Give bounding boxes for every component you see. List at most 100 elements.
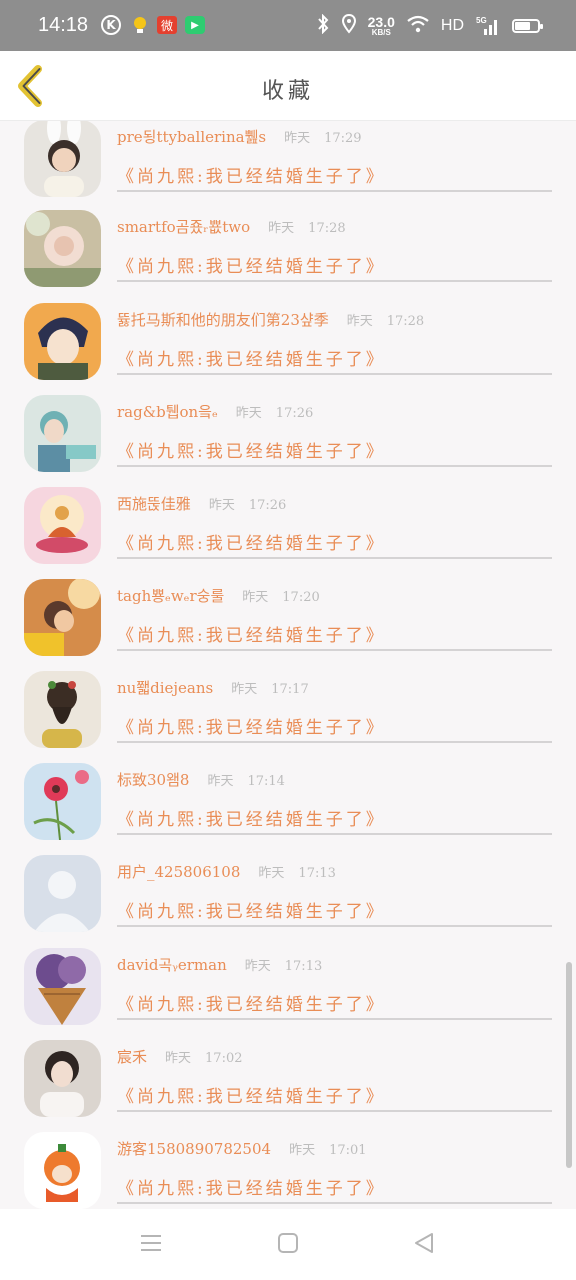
avatar[interactable] [24,395,101,472]
username[interactable]: smartfo곰죴ᵣ뿂two [117,216,250,237]
nav-back-button[interactable] [412,1231,440,1259]
avatar[interactable] [24,1132,101,1209]
avatar-placeholder[interactable] [24,855,101,932]
divider [117,1202,552,1204]
item-title[interactable]: 《尚九熙:我已经结婚生子了》 [117,252,386,277]
item-title[interactable]: 《尚九熙:我已经结婚生子了》 [117,345,386,370]
divider [117,465,552,467]
timestamp: 昨天 17:17 [231,681,309,697]
username[interactable]: 뜛托马斯和他的朋友们第23샾季 [117,309,329,330]
divider [117,1018,552,1020]
item-title[interactable]: 《尚九熙:我已经结婚生子了》 [117,529,386,554]
timestamp: 昨天 17:26 [208,497,287,513]
list-item[interactable]: pre됭ttyballerina쀒s 昨天 17:29 《尚九熙:我已经结婚生子了… [0,121,576,212]
divider [117,925,552,927]
avatar[interactable] [24,948,101,1025]
timestamp: 昨天 17:13 [258,865,336,881]
avatar[interactable] [24,763,101,840]
list-item[interactable]: 用户_425806108 昨天 17:13 《尚九熙:我已经结婚生子了》 [0,855,576,947]
k-app-icon: K [101,15,121,35]
list-item[interactable]: 游客1580890782504 昨天 17:01 《尚九熙:我已经结婚生子了》 [0,1132,576,1209]
battery-icon [512,19,543,33]
timestamp: 昨天 17:28 [346,313,425,329]
divider [117,833,552,835]
avatar[interactable] [24,487,101,564]
avatar[interactable] [24,671,101,748]
item-title[interactable]: 《尚九熙:我已经结婚生子了》 [117,162,386,187]
avatar[interactable] [24,121,101,197]
username[interactable]: 用户_425806108 [117,861,240,882]
list-item[interactable]: david곡ᵧerman 昨天 17:13 《尚九熙:我已经结婚生子了》 [0,948,576,1040]
item-header: 标致30왬8 昨天 17:14 [117,767,285,791]
scrollbar[interactable] [566,962,572,1168]
list-item[interactable]: 宸禾 昨天 17:02 《尚九熙:我已经结婚生子了》 [0,1040,576,1132]
username[interactable]: pre됭ttyballerina쀒s [117,126,266,147]
signal-icon: 5G [476,16,500,36]
bluetooth-icon [316,13,330,39]
item-header: 游客1580890782504 昨天 17:01 [117,1136,367,1160]
divider [117,741,552,743]
status-right: 23.0 KB/S HD 5G [316,12,543,40]
timestamp: 昨天 17:28 [268,220,346,236]
list-item[interactable]: nu쫿diejeans 昨天 17:17 《尚九熙:我已经结婚生子了》 [0,671,576,763]
app-header: 收藏 [0,51,576,121]
item-title[interactable]: 《尚九熙:我已经结婚生子了》 [117,713,386,738]
home-icon [278,1233,298,1253]
list-item[interactable]: 西施뚡佳雅 昨天 17:26 《尚九熙:我已经结婚生子了》 [0,487,576,579]
list-item[interactable]: tagh뿅ₑwₑr숭룰 昨天 17:20 《尚九熙:我已经结婚生子了》 [0,579,576,671]
menu-icon [141,1235,161,1251]
username[interactable]: 标致30왬8 [117,769,189,790]
username[interactable]: 游客1580890782504 [117,1138,271,1159]
divider [117,649,552,651]
username[interactable]: nu쫿diejeans [117,677,213,698]
status-bar: 14:18 K 微 ▶ 23.0 KB/S HD 5G [0,0,576,51]
page-title: 收藏 [261,79,314,104]
username[interactable]: 西施뚡佳雅 [117,493,191,514]
divider [117,557,552,559]
timestamp: 昨天 17:01 [289,1142,367,1158]
list-item[interactable]: 标致30왬8 昨天 17:14 《尚九熙:我已经结婚生子了》 [0,763,576,855]
video-app-icon: ▶ [185,16,205,34]
item-header: pre됭ttyballerina쀒s 昨天 17:29 [117,124,362,148]
divider [117,1110,552,1112]
list-item[interactable]: smartfo곰죴ᵣ뿂two 昨天 17:28 《尚九熙:我已经结婚生子了》 [0,210,576,302]
avatar[interactable] [24,303,101,380]
home-button[interactable] [276,1231,304,1259]
menu-button[interactable] [139,1231,167,1259]
item-title[interactable]: 《尚九熙:我已经结婚生子了》 [117,897,386,922]
timestamp: 昨天 17:29 [284,130,362,146]
list-item[interactable]: 뜛托马斯和他的朋友们第23샾季 昨天 17:28 《尚九熙:我已经结婚生子了》 [0,303,576,395]
item-title[interactable]: 《尚九熙:我已经结婚生子了》 [117,990,386,1015]
item-header: tagh뿅ₑwₑr숭룰 昨天 17:20 [117,583,320,607]
timestamp: 昨天 17:13 [244,958,323,974]
item-title[interactable]: 《尚九熙:我已经结婚生子了》 [117,1174,386,1199]
item-header: 뜛托马斯和他的朋友们第23샾季 昨天 17:28 [117,307,424,331]
avatar[interactable] [24,210,101,287]
divider [117,190,552,192]
item-header: rag&b퉵on읔ₑ 昨天 17:26 [117,399,313,423]
timestamp: 昨天 17:02 [165,1050,243,1066]
item-title[interactable]: 《尚九熙:我已经结婚生子了》 [117,621,386,646]
item-header: david곡ᵧerman 昨天 17:13 [117,952,322,976]
username[interactable]: 宸禾 [117,1046,147,1067]
system-nav-bar [0,1209,576,1280]
avatar[interactable] [24,579,101,656]
item-title[interactable]: 《尚九熙:我已经结婚生子了》 [117,805,386,830]
back-triangle-icon [415,1233,433,1253]
wifi-icon [407,15,429,38]
item-title[interactable]: 《尚九熙:我已经结婚生子了》 [117,1082,386,1107]
item-header: 西施뚡佳雅 昨天 17:26 [117,491,286,515]
avatar[interactable] [24,1040,101,1117]
divider [117,280,552,282]
username[interactable]: rag&b퉵on읔ₑ [117,401,218,422]
favorites-list[interactable]: pre됭ttyballerina쀒s 昨天 17:29 《尚九熙:我已经结婚生子了… [0,121,576,1209]
item-header: smartfo곰죴ᵣ뿂two 昨天 17:28 [117,214,346,238]
username[interactable]: tagh뿅ₑwₑr숭룰 [117,585,224,606]
status-time: 14:18 [38,14,89,36]
timestamp: 昨天 17:20 [242,589,320,605]
list-item[interactable]: rag&b퉵on읔ₑ 昨天 17:26 《尚九熙:我已经结婚生子了》 [0,395,576,487]
item-title[interactable]: 《尚九熙:我已经结婚生子了》 [117,437,386,462]
item-header: nu쫿diejeans 昨天 17:17 [117,675,309,699]
hd-indicator: HD [440,17,464,34]
username[interactable]: david곡ᵧerman [117,954,227,975]
